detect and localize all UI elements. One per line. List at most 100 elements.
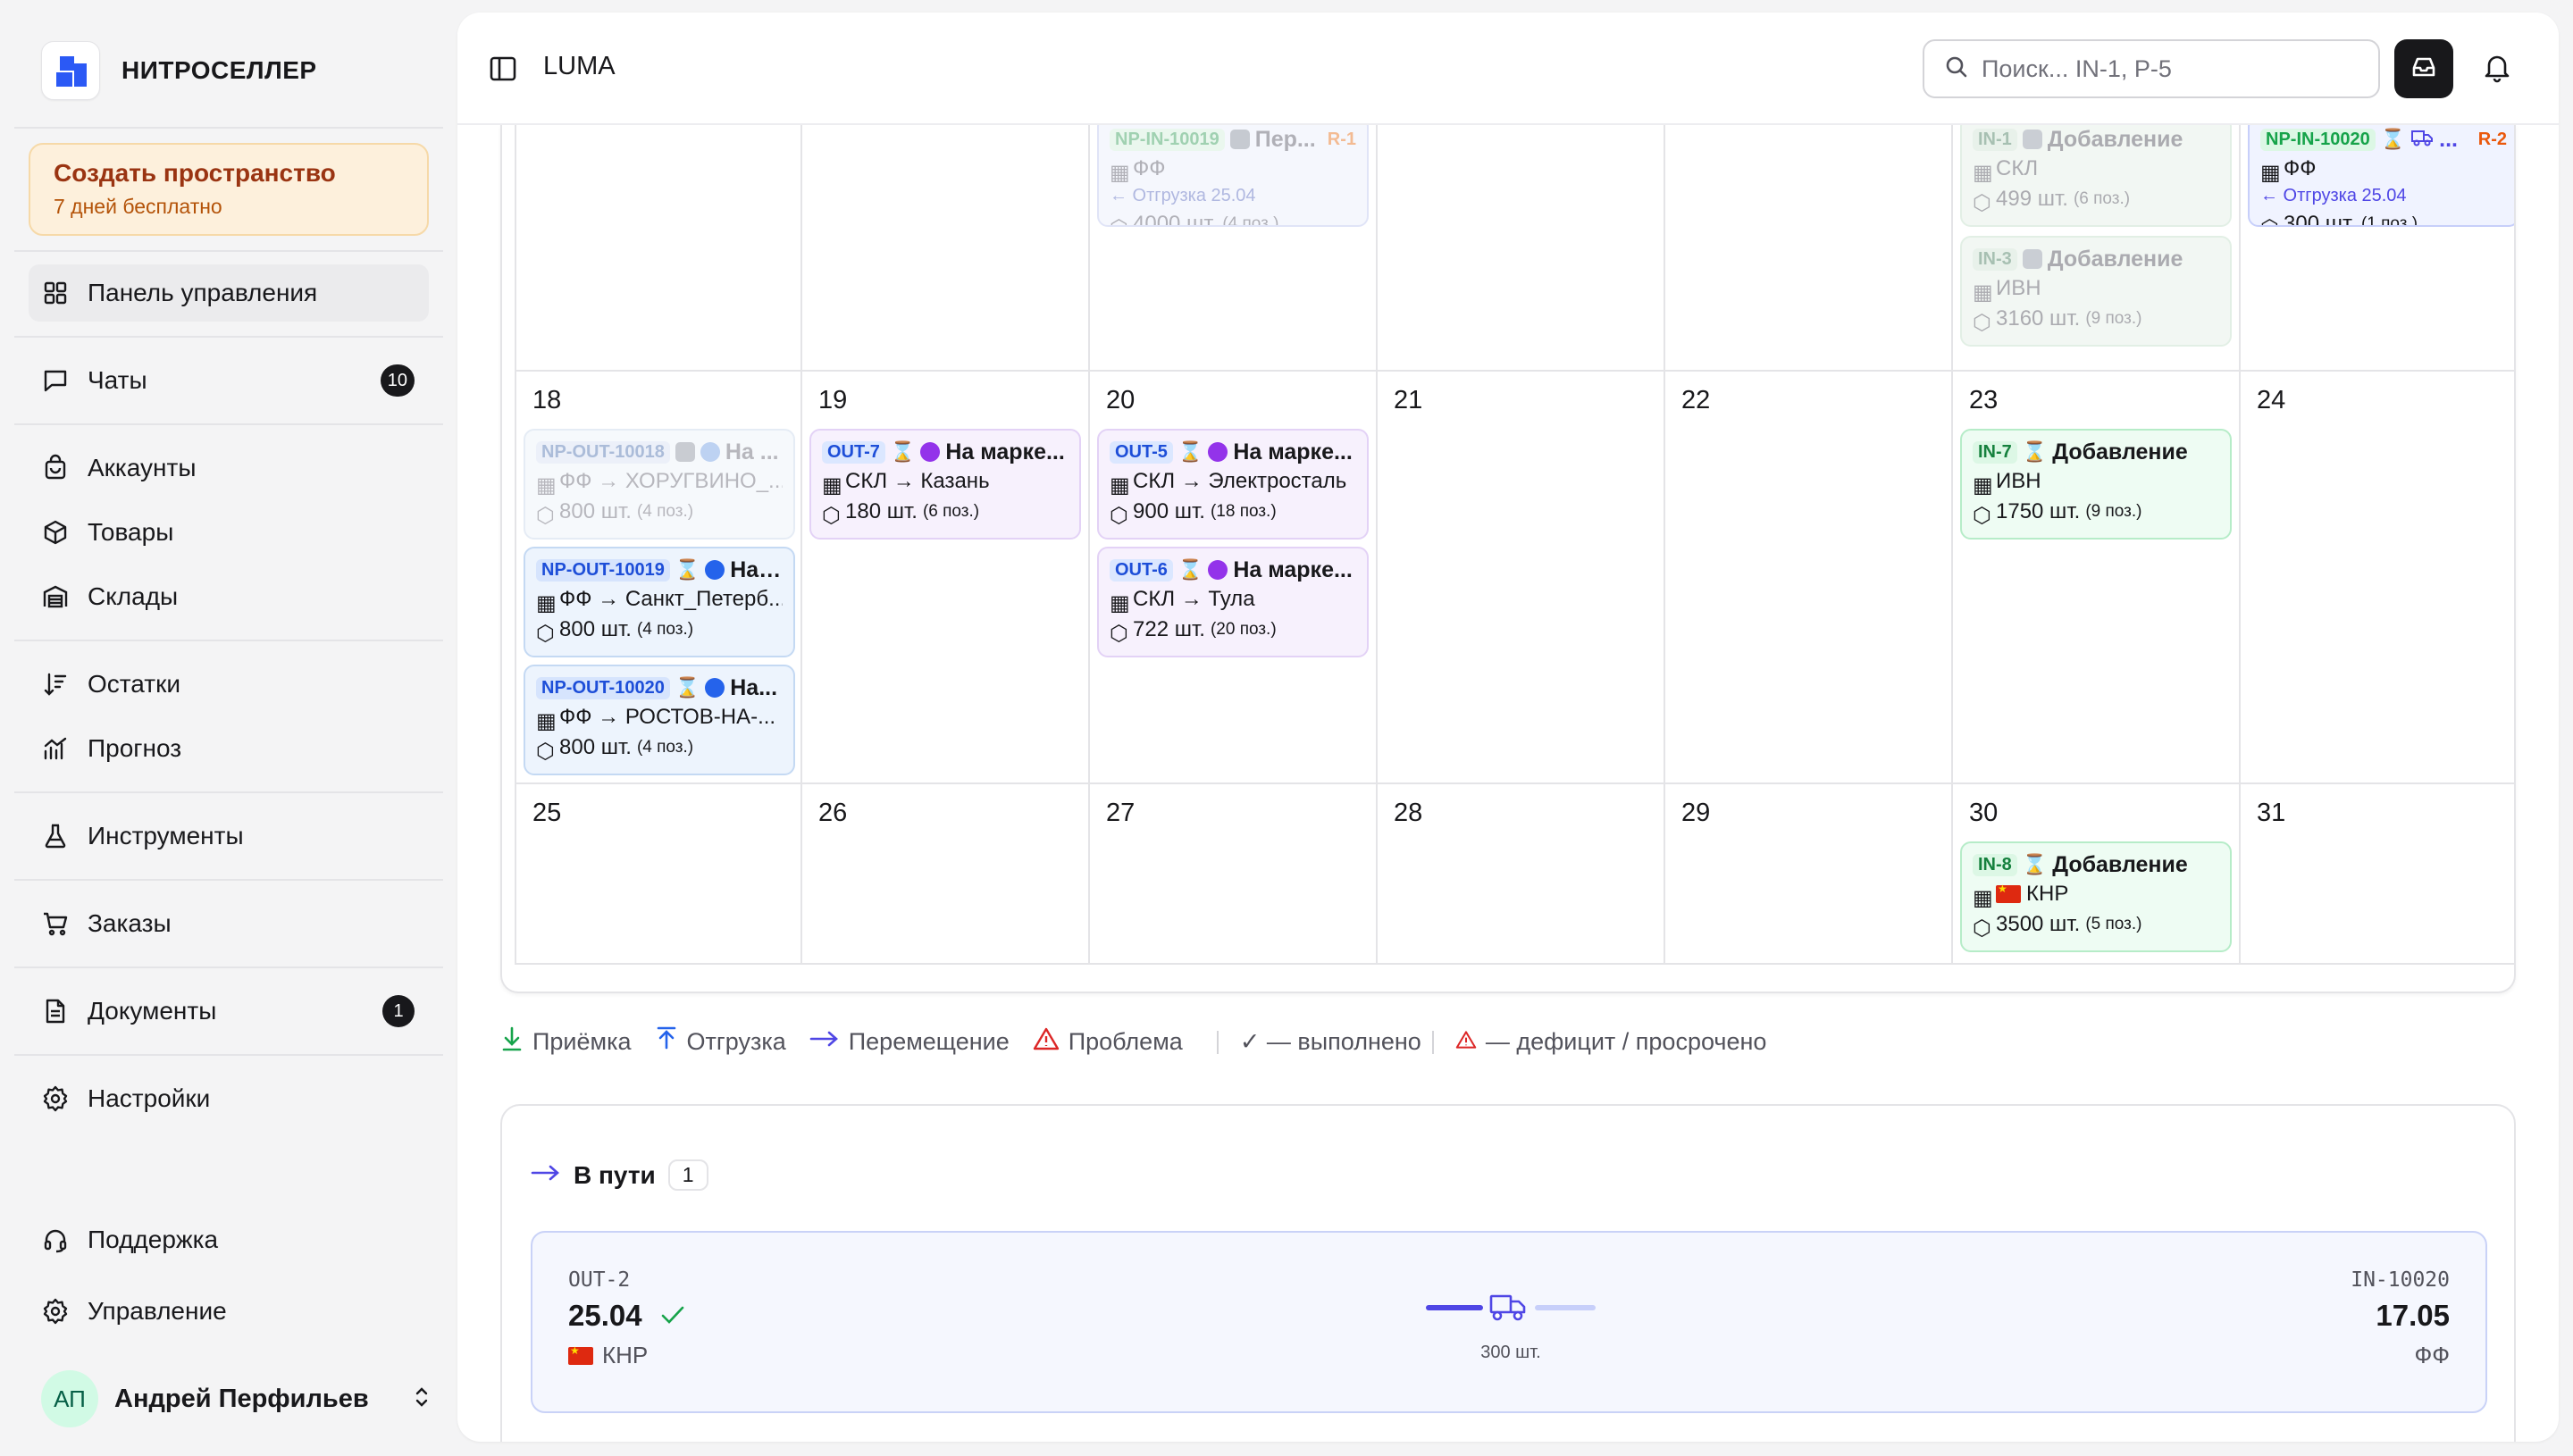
calendar-day-cell[interactable]: 19 OUT-7 ⌛ На марке... ▦ СКЛ → Казань ⬡ 18… bbox=[802, 372, 1090, 784]
status-dot-icon bbox=[705, 678, 725, 698]
calendar-day-cell[interactable]: 31 bbox=[2241, 784, 2514, 965]
sidebar-item-label: Товары bbox=[88, 518, 174, 546]
calendar-day-cell[interactable]: 28 bbox=[1378, 784, 1665, 965]
inbox-button[interactable] bbox=[2394, 39, 2453, 98]
calendar-day-cell[interactable]: NP-IN-10020 ⌛ ... R-2 ▦ ФФ ← Отгрузка 25.… bbox=[2241, 125, 2514, 372]
event-code: NP-OUT-10020 bbox=[536, 676, 670, 699]
calendar-day-cell[interactable]: 23 IN-7 ⌛ Добавление ▦ ИВН ⬡ 1750 шт. (9 по… bbox=[1953, 372, 2241, 784]
arrow-right-icon bbox=[531, 1161, 561, 1190]
calendar-day-cell[interactable] bbox=[515, 125, 802, 372]
event-positions: (4 поз.) bbox=[636, 502, 694, 521]
calendar-event[interactable]: NP-OUT-10018 На ... ▦ ФФ → ХОРУГВИНО_... … bbox=[524, 429, 795, 540]
sidebar-toggle-icon[interactable] bbox=[488, 54, 518, 84]
calendar-day-cell[interactable]: 21 bbox=[1378, 372, 1665, 784]
calendar-day-cell[interactable]: 18 NP-OUT-10018 На ... ▦ ФФ → ХОРУГВИНО_.… bbox=[515, 372, 802, 784]
sidebar: НИТРОСЕЛЛЕР Создать пространство 7 дней … bbox=[0, 0, 457, 1456]
event-shipment-link[interactable]: ← Отгрузка 25.04 bbox=[1110, 186, 1356, 207]
sidebar-item-stock[interactable]: Остатки bbox=[29, 656, 429, 713]
warehouse-icon: ▦ bbox=[536, 473, 557, 495]
calendar-day-cell[interactable]: 25 bbox=[515, 784, 802, 965]
sidebar-item-warehouses[interactable]: Склады bbox=[29, 568, 429, 625]
divider bbox=[14, 879, 443, 881]
promo-title: Создать пространство bbox=[54, 159, 336, 187]
box-icon: ⬡ bbox=[536, 504, 555, 525]
sidebar-item-label: Документы bbox=[88, 997, 217, 1025]
shipment-card[interactable]: OUT-2 25.04 КНР bbox=[531, 1231, 2487, 1413]
calendar-event[interactable]: IN-1 Добавление ▦ СКЛ ⬡ 499 шт. (6 поз.) bbox=[1960, 125, 2232, 227]
sort-down-icon bbox=[41, 670, 70, 699]
event-code: NP-OUT-10019 bbox=[536, 558, 670, 582]
calendar-event[interactable]: OUT-7 ⌛ На марке... ▦ СКЛ → Казань ⬡ 180 ш… bbox=[809, 429, 1081, 540]
brand[interactable]: НИТРОСЕЛЛЕР bbox=[41, 41, 317, 100]
arrow-right-icon bbox=[809, 1028, 840, 1056]
legend-label: Отгрузка bbox=[686, 1028, 786, 1055]
box-icon: ⬡ bbox=[536, 740, 555, 761]
sidebar-item-dashboard[interactable]: Панель управления bbox=[29, 264, 429, 322]
notifications-button[interactable] bbox=[2471, 43, 2523, 95]
chats-count-badge: 10 bbox=[380, 364, 415, 397]
day-number: 29 bbox=[1681, 799, 1711, 827]
calendar-event[interactable]: OUT-5 ⌛ На марке... ▦ СКЛ → Электросталь … bbox=[1097, 429, 1369, 540]
sidebar-item-accounts[interactable]: Аккаунты bbox=[29, 439, 429, 497]
china-flag-icon bbox=[1996, 883, 2021, 903]
user-menu[interactable]: АП Андрей Перфильев bbox=[41, 1370, 434, 1427]
origin-place: КНР bbox=[602, 1342, 649, 1368]
calendar-day-cell[interactable]: 22 bbox=[1665, 372, 1953, 784]
calendar-event[interactable]: NP-OUT-10019 ⌛ На ... ▦ ФФ → Санкт_Петерб… bbox=[524, 547, 795, 657]
calendar-day-cell[interactable] bbox=[802, 125, 1090, 372]
calendar-event[interactable]: NP-IN-10019 Пер... R-1 ▦ ФФ ← Отгрузка 25… bbox=[1097, 125, 1369, 227]
day-number: 21 bbox=[1394, 386, 1423, 414]
bell-icon bbox=[2481, 51, 2513, 88]
calendar-event[interactable]: IN-7 ⌛ Добавление ▦ ИВН ⬡ 1750 шт. (9 поз.) bbox=[1960, 429, 2232, 540]
event-shipment-link[interactable]: ← Отгрузка 25.04 bbox=[2260, 186, 2507, 207]
calendar-event[interactable]: OUT-6 ⌛ На марке... ▦ СКЛ → Тула ⬡ 722 шт.… bbox=[1097, 547, 1369, 657]
create-workspace-promo[interactable]: Создать пространство 7 дней бесплатно bbox=[29, 143, 429, 236]
user-name: Андрей Перфильев bbox=[114, 1384, 369, 1413]
calendar-day-cell[interactable]: 26 bbox=[802, 784, 1090, 965]
sidebar-item-forecast[interactable]: Прогноз bbox=[29, 720, 429, 777]
warehouse-icon: ▦ bbox=[1110, 473, 1130, 495]
calendar-event[interactable]: NP-IN-10020 ⌛ ... R-2 ▦ ФФ ← Отгрузка 25.… bbox=[2248, 125, 2514, 227]
sidebar-item-support[interactable]: Поддержка bbox=[29, 1211, 429, 1268]
event-title: На марке... bbox=[1233, 557, 1353, 582]
legend-label: — дефицит / просрочено bbox=[1485, 1028, 1767, 1055]
event-code: IN-7 bbox=[1973, 440, 2017, 464]
calendar-day-cell[interactable]: 24 bbox=[2241, 372, 2514, 784]
sidebar-item-label: Аккаунты bbox=[88, 454, 197, 481]
checkbox-done-icon bbox=[2022, 130, 2042, 149]
avatar: АП bbox=[41, 1370, 98, 1427]
sidebar-item-documents[interactable]: Документы 1 bbox=[29, 983, 429, 1040]
sidebar-item-chats[interactable]: Чаты 10 bbox=[29, 352, 429, 409]
calendar-event[interactable]: IN-8 ⌛ Добавление ▦ КНР ⬡3500 шт.(5 поз.) bbox=[1960, 841, 2232, 952]
event-tag: R-1 bbox=[1327, 129, 1356, 149]
search-box[interactable] bbox=[1923, 39, 2380, 98]
search-input[interactable] bbox=[1982, 54, 2357, 83]
box-icon: ⬡ bbox=[536, 622, 555, 643]
calendar-day-cell[interactable]: NP-IN-10019 Пер... R-1 ▦ ФФ ← Отгрузка 25… bbox=[1090, 125, 1378, 372]
documents-count-badge: 1 bbox=[382, 995, 415, 1027]
event-positions: (6 поз.) bbox=[922, 502, 980, 521]
sidebar-item-tools[interactable]: Инструменты bbox=[29, 807, 429, 865]
calendar-event[interactable]: NP-OUT-10020 ⌛ На... ▦ ФФ → РОСТОВ-НА-...… bbox=[524, 665, 795, 775]
sidebar-item-management[interactable]: Управление bbox=[29, 1283, 429, 1340]
event-positions: (4 поз.) bbox=[1222, 214, 1279, 227]
sidebar-item-label: Остатки bbox=[88, 670, 180, 698]
sidebar-item-settings[interactable]: Настройки bbox=[29, 1070, 429, 1127]
hourglass-icon: ⌛ bbox=[890, 440, 916, 463]
event-quantity: 900 шт. bbox=[1133, 499, 1205, 523]
calendar-day-cell[interactable] bbox=[1665, 125, 1953, 372]
destination-place: ФФ bbox=[2414, 1342, 2450, 1368]
calendar-day-cell[interactable]: IN-1 Добавление ▦ СКЛ ⬡ 499 шт. (6 поз.) IN… bbox=[1953, 125, 2241, 372]
day-number: 26 bbox=[818, 799, 848, 827]
calendar-event[interactable]: IN-3 Добавление ▦ ИВН ⬡ 3160 шт. (9 поз.) bbox=[1960, 236, 2232, 347]
calendar-day-cell[interactable]: 20 OUT-5 ⌛ На марке... ▦ СКЛ → Электроста… bbox=[1090, 372, 1378, 784]
calendar-day-cell[interactable]: 27 bbox=[1090, 784, 1378, 965]
legend-transfer: Перемещение bbox=[809, 1028, 1010, 1056]
calendar-day-cell[interactable]: 30 IN-8 ⌛ Добавление ▦ КНР ⬡3500 шт.(5 по… bbox=[1953, 784, 2241, 965]
sidebar-item-orders[interactable]: Заказы bbox=[29, 895, 429, 952]
sidebar-item-products[interactable]: Товары bbox=[29, 504, 429, 561]
calendar-day-cell[interactable]: 29 bbox=[1665, 784, 1953, 965]
calendar-day-cell[interactable] bbox=[1378, 125, 1665, 372]
status-dot-icon bbox=[1208, 560, 1228, 580]
sidebar-item-label: Управление bbox=[88, 1297, 227, 1325]
